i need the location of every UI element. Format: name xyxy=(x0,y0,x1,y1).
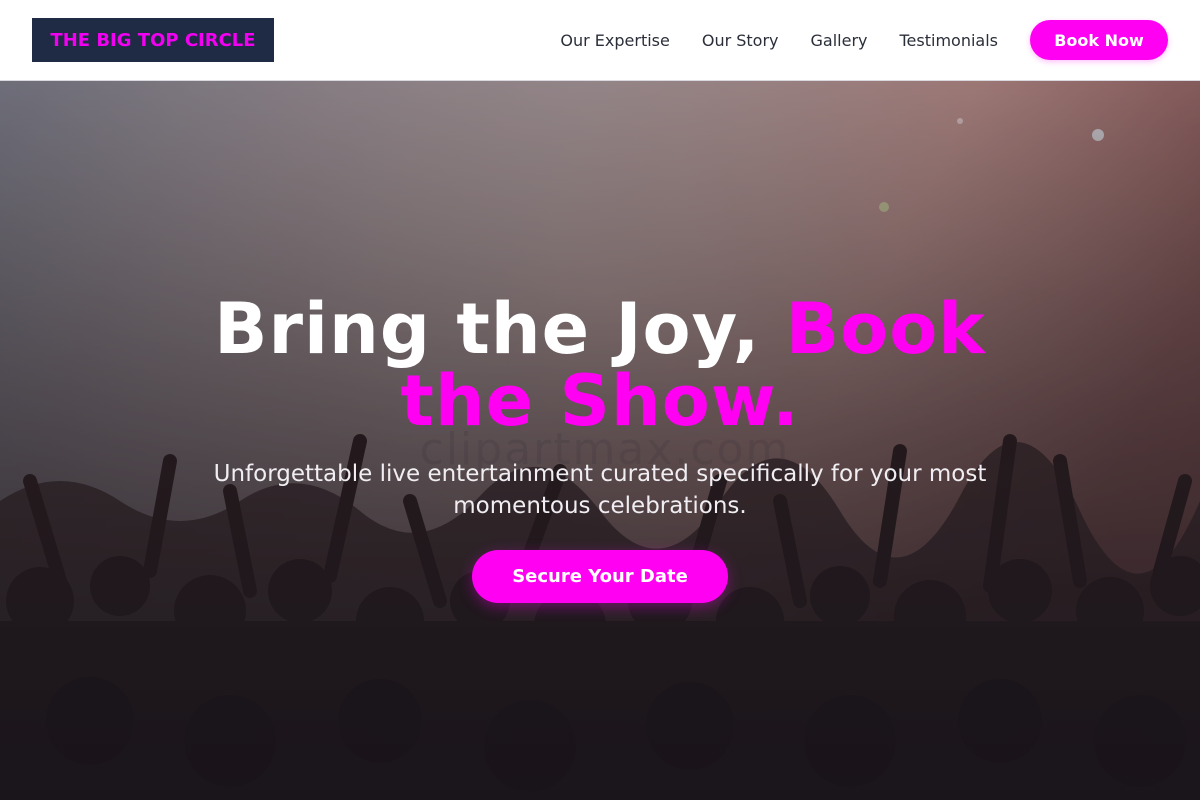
brand-logo[interactable]: THE BIG TOP CIRCLE xyxy=(32,18,274,62)
nav-link-testimonials[interactable]: Testimonials xyxy=(900,31,999,50)
main-nav: Our Expertise Our Story Gallery Testimon… xyxy=(560,0,1168,80)
hero-section: clipartmax.com Bring the Joy, Book the S… xyxy=(0,81,1200,800)
secure-your-date-button[interactable]: Secure Your Date xyxy=(472,550,728,603)
hero-headline: Bring the Joy, Book the Show. xyxy=(150,293,1050,437)
brand-name: THE BIG TOP CIRCLE xyxy=(50,29,256,51)
nav-link-our-story[interactable]: Our Story xyxy=(702,31,779,50)
nav-link-our-expertise[interactable]: Our Expertise xyxy=(560,31,669,50)
hero-headline-plain: Bring the Joy, xyxy=(214,288,786,370)
book-now-button[interactable]: Book Now xyxy=(1030,20,1168,60)
hero-subtitle: Unforgettable live entertainment curated… xyxy=(213,461,987,519)
nav-link-gallery[interactable]: Gallery xyxy=(811,31,868,50)
site-header: THE BIG TOP CIRCLE Our Expertise Our Sto… xyxy=(0,0,1200,81)
